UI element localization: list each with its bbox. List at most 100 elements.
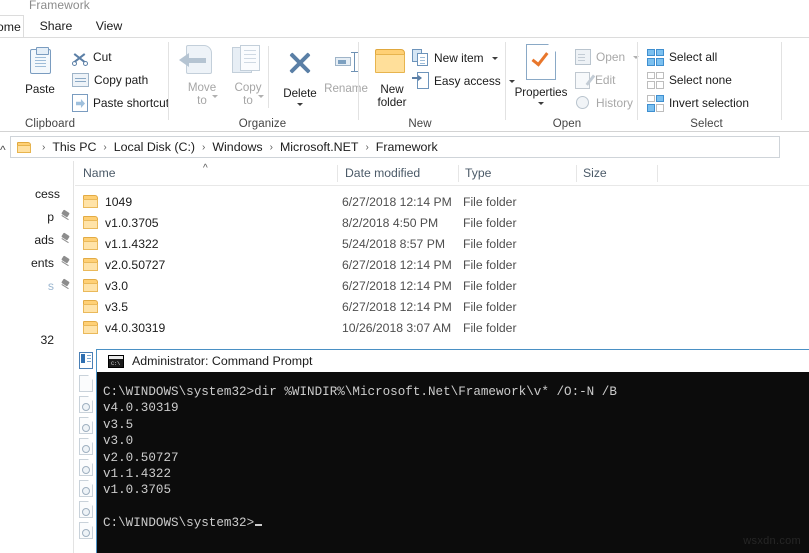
paste-shortcut-button-label: Paste shortcut [93, 96, 170, 110]
sidebar-item-pictures[interactable]: s [0, 275, 74, 296]
column-header-size[interactable]: Size [583, 161, 607, 186]
open-button-label: Open [596, 50, 626, 64]
history-clock-icon [575, 95, 591, 111]
ribbon-tab-bar: Home Share View [0, 15, 809, 37]
up-chevron-icon[interactable]: ^ [0, 143, 6, 157]
sidebar-item-documents[interactable]: ents [0, 252, 74, 273]
file-type: File folder [463, 321, 517, 335]
column-header-row: Name ^ Date modified Type Size [75, 161, 809, 186]
folder-icon [83, 258, 99, 272]
sidebar-item-system32[interactable]: 32 [0, 329, 74, 350]
copy-button[interactable]: py [0, 40, 12, 94]
group-divider-2 [358, 42, 359, 120]
history-button-label: History [596, 96, 633, 110]
select-all-button[interactable]: Select all [647, 46, 717, 68]
console-cursor [255, 524, 263, 527]
breadcrumb-item-local-disk[interactable]: Local Disk (C:) [112, 140, 197, 154]
sort-ascending-icon: ^ [203, 163, 208, 174]
file-name: v3.5 [105, 300, 129, 314]
edit-button[interactable]: Edit [575, 69, 616, 91]
new-item-chevron-down-icon[interactable] [491, 56, 498, 60]
delete-chevron-down-icon[interactable] [297, 102, 303, 106]
file-type: File folder [463, 258, 517, 272]
file-name: v3.0 [105, 279, 129, 293]
file-icon [79, 522, 93, 539]
table-row[interactable]: v3.0 6/27/2018 12:14 PM File folder [75, 276, 809, 297]
column-divider-1[interactable] [337, 165, 338, 182]
select-none-button[interactable]: Select none [647, 69, 732, 91]
address-bar[interactable]: › This PC › Local Disk (C:) › Windows › … [10, 136, 780, 158]
pin-icon[interactable] [60, 278, 71, 291]
copy-path-button[interactable]: Copy path [72, 69, 148, 91]
copy-to-chevron-down-icon[interactable] [258, 95, 264, 98]
paste-button[interactable]: Paste [12, 40, 68, 97]
file-date: 5/24/2018 8:57 PM [342, 237, 445, 251]
console-icon-text: C:\ [111, 359, 121, 367]
properties-chevron-down-icon[interactable] [538, 101, 544, 105]
easy-access-button[interactable]: Easy access [412, 70, 515, 92]
file-date: 10/26/2018 3:07 AM [342, 321, 452, 335]
column-header-name[interactable]: Name [83, 161, 116, 186]
column-header-type[interactable]: Type [465, 161, 491, 186]
sidebar-item-quick-access[interactable]: cess [0, 183, 74, 204]
breadcrumb-item-this-pc[interactable]: This PC [50, 140, 98, 154]
table-row[interactable]: v2.0.50727 6/27/2018 12:14 PM File folde… [75, 255, 809, 276]
move-to-chevron-down-icon[interactable] [212, 95, 218, 98]
file-name: v1.0.3705 [105, 216, 159, 230]
properties-button-label: Properties [514, 86, 568, 99]
file-icon [79, 501, 93, 518]
table-row[interactable]: v3.5 6/27/2018 12:14 PM File folder [75, 297, 809, 318]
breadcrumb-separator-0: › [42, 141, 46, 153]
paste-shortcut-button[interactable]: Paste shortcut [72, 92, 169, 114]
new-item-button[interactable]: New item [412, 47, 498, 69]
sidebar-item-desktop[interactable]: p [0, 206, 74, 227]
pin-icon[interactable] [60, 209, 71, 222]
open-button[interactable]: Open [575, 46, 640, 68]
file-date: 6/27/2018 12:14 PM [342, 258, 452, 272]
new-folder-icon [375, 47, 409, 74]
breadcrumb-item-microsoft-net[interactable]: Microsoft.NET [278, 140, 360, 154]
clipboard-icon [29, 47, 51, 74]
tab-view-label: View [95, 19, 123, 33]
cut-button[interactable]: Cut [72, 46, 112, 68]
copy-path-icon [72, 73, 89, 87]
window-title-strip: Framework [0, 0, 809, 15]
folder-icon [83, 195, 99, 209]
pin-icon[interactable] [60, 232, 71, 245]
group-divider-1 [168, 42, 169, 120]
file-date: 8/2/2018 4:50 PM [342, 216, 439, 230]
tab-view[interactable]: View [84, 15, 134, 37]
pin-icon[interactable] [60, 255, 71, 268]
invert-selection-button[interactable]: Invert selection [647, 92, 749, 114]
group-divider-5 [781, 42, 782, 120]
sidebar-item-pictures-label: s [47, 278, 54, 293]
column-divider-3[interactable] [576, 165, 577, 182]
file-name: v1.1.4322 [105, 237, 159, 251]
table-row[interactable]: v1.0.3705 8/2/2018 4:50 PM File folder [75, 213, 809, 234]
file-date: 6/27/2018 12:14 PM [342, 279, 452, 293]
tab-share[interactable]: Share [28, 15, 84, 37]
table-row[interactable]: 1049 6/27/2018 12:14 PM File folder [75, 192, 809, 213]
group-label-clipboard: Clipboard [24, 118, 76, 130]
properties-button[interactable]: Properties [509, 40, 573, 105]
file-name: v4.0.30319 [105, 321, 166, 335]
breadcrumb-item-framework[interactable]: Framework [374, 140, 440, 154]
column-divider-2[interactable] [458, 165, 459, 182]
breadcrumb-item-windows[interactable]: Windows [210, 140, 264, 154]
file-type: File folder [463, 237, 517, 251]
sidebar-item-downloads-label: ads [34, 232, 54, 247]
group-label-new: New [408, 118, 432, 130]
select-none-icon [647, 71, 664, 89]
column-divider-4[interactable] [657, 165, 658, 182]
console-output[interactable]: C:\WINDOWS\system32>dir %WINDIR%\Microso… [97, 372, 809, 553]
console-title-bar[interactable]: C:\ Administrator: Command Prompt [97, 350, 809, 372]
tab-home[interactable]: Home [0, 15, 24, 37]
ribbon-group-new: New folder New item Easy access New [360, 38, 515, 132]
select-all-button-label: Select all [669, 50, 718, 64]
table-row[interactable]: v1.1.4322 5/24/2018 8:57 PM File folder [75, 234, 809, 255]
table-row[interactable]: v4.0.30319 10/26/2018 3:07 AM File folde… [75, 318, 809, 339]
history-button[interactable]: History [575, 92, 633, 114]
breadcrumb-separator-4: › [365, 141, 369, 153]
column-header-date[interactable]: Date modified [345, 161, 420, 186]
sidebar-item-downloads[interactable]: ads [0, 229, 74, 250]
